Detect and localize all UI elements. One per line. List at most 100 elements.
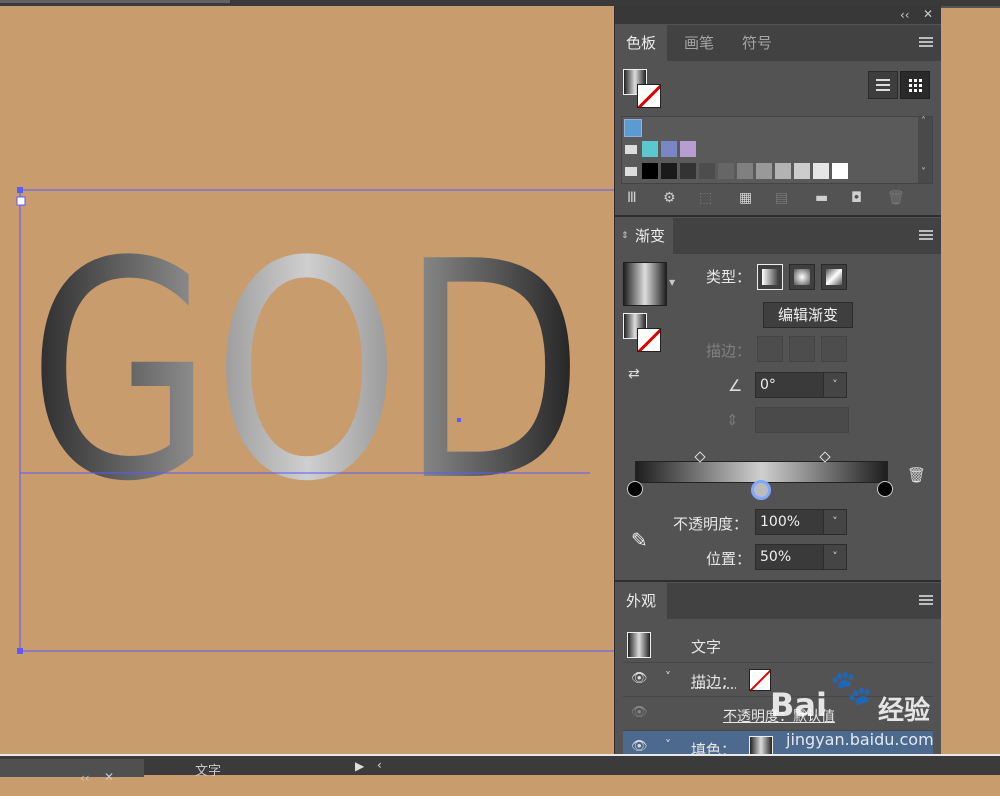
tab-appearance[interactable]: 外观 [615,583,668,619]
swatch-library-icon[interactable]: Ⅲ [627,190,637,206]
new-swatch-icon[interactable]: ◘ [851,190,862,206]
color-stop-left[interactable] [627,481,643,497]
grid-view-button[interactable] [900,71,930,99]
pattern-swatch[interactable] [624,119,642,137]
tab-symbols[interactable]: 符号 [731,25,783,61]
trash-icon: 🗑 [887,190,905,206]
swatch-options-icon[interactable]: ▦ [739,190,752,206]
radial-gradient-button[interactable] [789,264,815,290]
gradient-preview[interactable] [623,262,667,306]
list-view-button[interactable] [868,71,898,99]
stroke-gradient-group [757,336,847,362]
dock-header: ‹‹ ✕ [615,6,941,24]
color-swatch[interactable] [680,141,696,157]
fill-stroke-indicator[interactable] [623,69,663,109]
stroke-across-button [821,336,847,362]
color-swatch[interactable] [813,163,829,179]
chevron-down-icon-fill[interactable]: ˅ [665,738,671,752]
color-swatch[interactable] [718,163,734,179]
opacity-label: 不透明度： [673,515,749,533]
appearance-object-row[interactable]: 文字 [623,628,933,661]
folder-icon-2 [625,167,637,176]
stroke-row-label[interactable]: 描边： [691,671,736,692]
tab-brushes[interactable]: 画笔 [673,25,725,61]
bottom-collapse-icon[interactable]: ‹‹ [80,760,90,796]
opacity-dropdown[interactable]: ˅ [823,509,847,535]
color-swatch[interactable] [832,163,848,179]
angle-dropdown[interactable]: ˅ [823,372,847,398]
freeform-gradient-button[interactable] [821,264,847,290]
watermark-url: jingyan.baidu.com [786,730,934,749]
tab-swatches[interactable]: 色板 [615,25,668,61]
swatches-tabs: 色板 画笔 符号 [615,25,941,61]
aspect-ratio-field [755,407,849,433]
panels-dock: ‹‹ ✕ 色板 画笔 符号 ˄ ˅ Ⅲ ⚙ ⬚ ▦ ▤ ▬ ◘ 🗑 ⇕ 渐变 ▼… [614,6,941,763]
gradient-menu-icon[interactable] [919,230,933,241]
swatch-toolbar: Ⅲ ⚙ ⬚ ▦ ▤ ▬ ◘ 🗑 [623,190,933,210]
appearance-tabs: 外观 [615,583,941,619]
preview-dropdown-icon[interactable]: ▼ [669,278,675,287]
linear-gradient-button[interactable] [757,264,783,290]
color-swatch[interactable] [794,163,810,179]
color-swatch[interactable] [756,163,772,179]
eyedropper-icon[interactable]: ✎ [631,528,648,552]
reverse-gradient-icon[interactable]: ⇄ [628,366,640,382]
stroke-along-button [789,336,815,362]
folder-icon [625,145,637,154]
right-canvas-strip [940,8,1000,754]
position-dropdown[interactable]: ˅ [823,544,847,570]
stroke-within-button [757,336,783,362]
object-thumb [627,632,651,658]
color-swatch[interactable] [737,163,753,179]
handle-top-left-2 [16,196,26,206]
visibility-eye-icon-dim[interactable]: 👁 [631,705,648,720]
color-stop-middle[interactable] [751,480,771,500]
collapse-icon[interactable]: ‹‹ [900,8,910,22]
position-field[interactable]: 50% [755,544,827,570]
chevron-down-icon[interactable]: ˅ [665,670,671,684]
visibility-eye-icon[interactable]: 👁 [631,671,648,686]
bottom-panel-tab[interactable]: ‹‹ ✕ [0,759,144,785]
opacity-field[interactable]: 100% [755,509,827,535]
color-swatch[interactable] [661,163,677,179]
god-text: GOD [28,198,584,547]
swatch-scrollbar[interactable]: ˄ ˅ [918,116,932,183]
angle-icon: ∠ [728,376,743,395]
panel-menu-icon[interactable] [919,37,933,48]
bottom-bar: ‹‹ ✕ 文字 ▶ ‹ [0,754,1000,785]
artboard-canvas[interactable]: GOD [0,6,614,754]
type-label: 类型： [706,268,752,286]
color-swatch[interactable] [661,141,677,157]
delete-stop-icon[interactable]: 🗑 [907,466,926,484]
color-swatch[interactable] [775,163,791,179]
aspect-ratio-icon: ⇕ [726,411,739,429]
color-swatch[interactable] [642,163,658,179]
color-swatch[interactable] [680,163,696,179]
angle-field[interactable]: 0° [755,372,827,398]
visibility-eye-icon-fill[interactable]: 👁 [631,739,648,754]
new-group-icon[interactable]: ▬ [815,190,828,206]
swatch-kind-icon[interactable]: ⚙ [663,190,676,206]
chevron-left-icon[interactable]: ‹ [377,758,382,772]
paw-icon: 🐾 [830,668,873,708]
tab-gradient[interactable]: ⇕ 渐变 [615,218,674,254]
baidu-watermark: Bai 🐾 经验 jingyan.baidu.com [770,668,950,754]
edit-gradient-button[interactable]: 编辑渐变 [763,302,853,328]
color-stop-right[interactable] [877,481,893,497]
bottom-close-icon[interactable]: ✕ [104,759,114,795]
close-icon[interactable]: ✕ [923,7,933,21]
appearance-menu-icon[interactable] [919,595,933,606]
gradient-type-group [757,264,857,290]
stroke-label: 描边： [706,342,752,360]
text-object-svg[interactable]: GOD [0,6,614,754]
watermark-brand2: 经验 [878,696,931,726]
color-swatch[interactable] [699,163,715,179]
swatch-list: ˄ ˅ [621,116,933,184]
gradient-fill-stroke[interactable] [623,313,663,353]
play-icon[interactable]: ▶ [355,759,364,773]
expand-icon: ⇕ [621,231,629,241]
stroke-none-swatch[interactable] [749,669,771,691]
position-label: 位置： [706,550,752,568]
color-swatch[interactable] [642,141,658,157]
center-point [457,418,461,422]
